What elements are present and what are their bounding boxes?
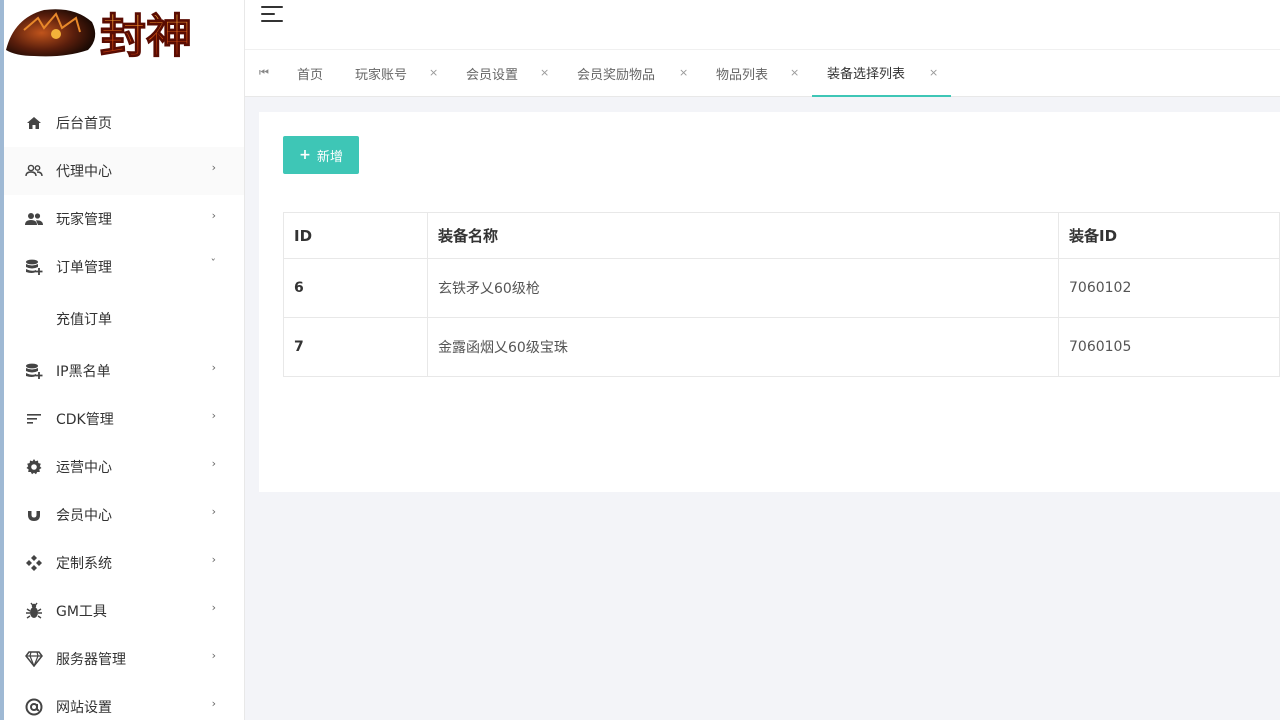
cell-equip-id: 7060102 xyxy=(1058,258,1280,318)
at-icon xyxy=(24,697,44,717)
agents-icon xyxy=(24,161,44,181)
tab-member-settings[interactable]: 会员设置 × xyxy=(466,50,556,97)
sidebar-item-dashboard[interactable]: 后台首页 xyxy=(4,99,244,147)
tab-equipment-select-list[interactable]: 装备选择列表 × xyxy=(812,50,951,97)
sidebar-item-label: 定制系统 xyxy=(56,556,112,572)
add-button[interactable]: + 新增 xyxy=(283,136,359,174)
tab-player-accounts[interactable]: 玩家账号 × xyxy=(355,50,445,97)
cell-id: 7 xyxy=(283,317,428,377)
close-icon[interactable]: × xyxy=(790,66,799,79)
sidebar-item-label: IP黑名单 xyxy=(56,364,111,380)
chevron-right-icon: › xyxy=(211,553,216,566)
diamond-grid-icon xyxy=(24,553,44,573)
chevron-right-icon: › xyxy=(211,409,216,422)
home-icon xyxy=(24,113,44,133)
tab-label: 会员奖励物品 xyxy=(577,68,656,83)
sidebar-item-ip-blacklist[interactable]: IP黑名单 › xyxy=(4,347,244,395)
chevron-right-icon: › xyxy=(211,209,216,222)
sidebar-item-label: 服务器管理 xyxy=(56,652,126,668)
sidebar-menu: 后台首页 代理中心 › 玩家管理 › 订单管理 ˇ 充值订单 IP黑名单 › C… xyxy=(4,99,244,720)
close-icon[interactable]: × xyxy=(540,66,549,79)
add-button-label: 新增 xyxy=(316,149,343,165)
tab-member-reward-items[interactable]: 会员奖励物品 × xyxy=(577,50,692,97)
cell-equip-name: 玄铁矛乂60级枪 xyxy=(427,258,1059,318)
sidebar-item-label: 会员中心 xyxy=(56,508,112,524)
sidebar-item-orders[interactable]: 订单管理 ˇ xyxy=(4,243,244,291)
sidebar-subitem-recharge-orders[interactable]: 充值订单 xyxy=(4,291,244,347)
column-header-equip-id[interactable]: 装备ID xyxy=(1058,212,1280,259)
gem-icon xyxy=(24,649,44,669)
sidebar-item-cdk[interactable]: CDK管理 › xyxy=(4,395,244,443)
sidebar-item-label: 代理中心 xyxy=(56,164,112,180)
chevron-right-icon: › xyxy=(211,361,216,374)
menu-toggle-icon[interactable] xyxy=(261,6,283,24)
sidebar-item-operations[interactable]: 运营中心 › xyxy=(4,443,244,491)
gear-icon xyxy=(24,457,44,477)
players-icon xyxy=(24,209,44,229)
chevron-right-icon: › xyxy=(211,697,216,710)
tab-label: 玩家账号 xyxy=(355,68,408,83)
chevron-right-icon: › xyxy=(211,649,216,662)
top-header xyxy=(245,0,1280,50)
cell-id: 6 xyxy=(283,258,428,318)
logo-text: 封神 xyxy=(100,9,192,63)
tab-label: 物品列表 xyxy=(716,68,769,83)
column-header-id[interactable]: ID xyxy=(283,212,428,259)
database-plus-icon xyxy=(24,361,44,381)
chevron-down-icon: ˇ xyxy=(210,257,217,270)
content-panel: + 新增 ID 装备名称 装备ID 6 玄铁矛乂60级枪 7060102 7 金… xyxy=(259,112,1280,492)
column-header-equip-name[interactable]: 装备名称 xyxy=(427,212,1059,259)
tab-bar: ⏮ 首页 玩家账号 × 会员设置 × 会员奖励物品 × 物品列表 × 装备选择列… xyxy=(245,50,1280,97)
sidebar-item-members[interactable]: 会员中心 › xyxy=(4,491,244,539)
chevron-right-icon: › xyxy=(211,457,216,470)
sidebar-item-label: 后台首页 xyxy=(56,116,112,132)
sidebar-item-gm-tools[interactable]: GM工具 › xyxy=(4,587,244,635)
sidebar: 封神 后台首页 代理中心 › 玩家管理 › 订单管理 ˇ 充值订单 IP黑名单 … xyxy=(0,0,245,720)
sidebar-item-site-settings[interactable]: 网站设置 › xyxy=(4,683,244,720)
close-icon[interactable]: × xyxy=(679,66,688,79)
sidebar-item-label: CDK管理 xyxy=(56,412,114,428)
database-plus-icon xyxy=(24,257,44,277)
chevron-right-icon: › xyxy=(211,505,216,518)
magnet-icon xyxy=(24,505,44,525)
sidebar-item-label: 充值订单 xyxy=(56,312,112,328)
tab-item-list[interactable]: 物品列表 × xyxy=(716,50,806,97)
sidebar-item-label: 网站设置 xyxy=(56,700,112,716)
chevron-right-icon: › xyxy=(211,161,216,174)
sort-lines-icon xyxy=(24,409,44,429)
tab-label: 装备选择列表 xyxy=(827,67,906,82)
sidebar-item-label: 运营中心 xyxy=(56,460,112,476)
cell-equip-id: 7060105 xyxy=(1058,317,1280,377)
tab-scroll-left-icon[interactable]: ⏮ xyxy=(259,66,269,80)
tab-label: 首页 xyxy=(297,68,324,83)
brand-logo[interactable]: 封神 xyxy=(4,0,244,82)
plus-icon: + xyxy=(299,147,311,163)
table-header-row: ID 装备名称 装备ID xyxy=(283,212,1280,259)
sidebar-item-players[interactable]: 玩家管理 › xyxy=(4,195,244,243)
sidebar-item-label: 订单管理 xyxy=(56,260,112,276)
sidebar-item-label: 玩家管理 xyxy=(56,212,112,228)
close-icon[interactable]: × xyxy=(429,66,438,79)
bug-icon xyxy=(24,601,44,621)
tab-home[interactable]: 首页 xyxy=(297,50,323,97)
sidebar-item-label: GM工具 xyxy=(56,604,107,620)
table-row[interactable]: 6 玄铁矛乂60级枪 7060102 xyxy=(283,258,1280,318)
close-icon[interactable]: × xyxy=(929,66,938,79)
table-row[interactable]: 7 金露函烟乂60级宝珠 7060105 xyxy=(283,317,1280,377)
cell-equip-name: 金露函烟乂60级宝珠 xyxy=(427,317,1059,377)
equipment-table: ID 装备名称 装备ID 6 玄铁矛乂60级枪 7060102 7 金露函烟乂6… xyxy=(283,212,1280,377)
sidebar-item-custom-system[interactable]: 定制系统 › xyxy=(4,539,244,587)
sidebar-item-servers[interactable]: 服务器管理 › xyxy=(4,635,244,683)
chevron-right-icon: › xyxy=(211,601,216,614)
tab-label: 会员设置 xyxy=(466,68,519,83)
sidebar-item-agents[interactable]: 代理中心 › xyxy=(4,147,244,195)
